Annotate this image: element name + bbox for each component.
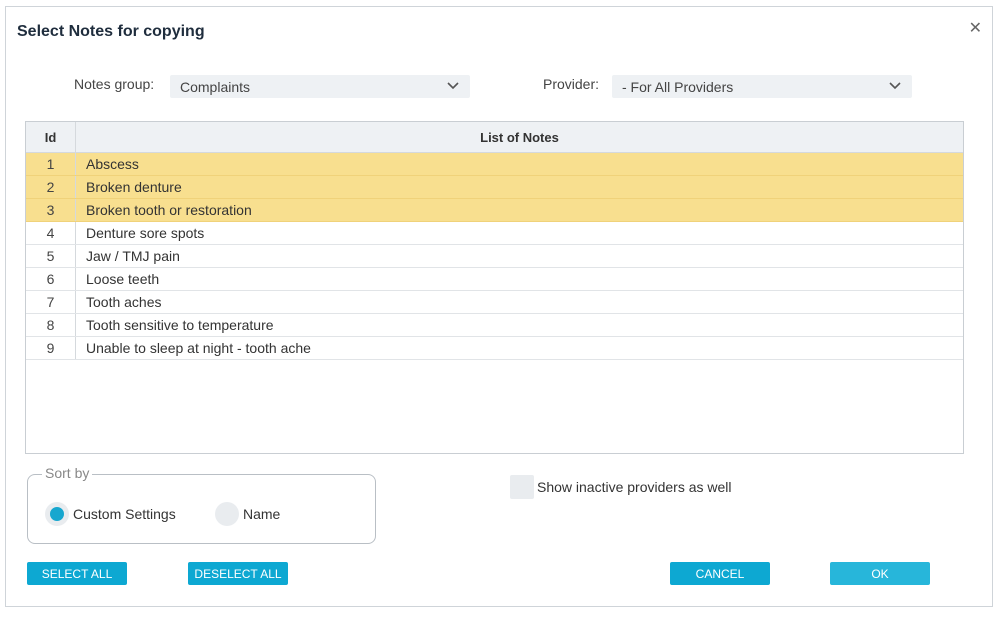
cancel-button[interactable]: CANCEL — [670, 562, 770, 585]
row-note-cell: Loose teeth — [86, 271, 160, 287]
row-id-cell: 9 — [26, 337, 76, 359]
row-id-cell: 1 — [26, 153, 76, 175]
table-row[interactable]: 5 Jaw / TMJ pain — [26, 245, 963, 268]
sort-name-radio[interactable] — [215, 502, 239, 526]
provider-label: Provider: — [543, 76, 600, 92]
row-id-cell: 5 — [26, 245, 76, 267]
row-note-cell: Tooth aches — [86, 294, 162, 310]
sort-by-group: Sort by Custom Settings Name — [27, 465, 376, 544]
row-note-cell: Jaw / TMJ pain — [86, 248, 180, 264]
dialog-title: Select Notes for copying — [17, 23, 205, 40]
table-row[interactable]: 8 Tooth sensitive to temperature — [26, 314, 963, 337]
row-id-cell: 7 — [26, 291, 76, 313]
ok-button[interactable]: OK — [830, 562, 930, 585]
table-row[interactable]: 6 Loose teeth — [26, 268, 963, 291]
grid-header: Id List of Notes — [26, 122, 963, 153]
select-all-button[interactable]: SELECT ALL — [27, 562, 127, 585]
row-id-cell: 4 — [26, 222, 76, 244]
close-icon[interactable]: ✕ — [969, 21, 982, 37]
notes-group-select[interactable]: Complaints — [170, 75, 470, 98]
show-inactive-checkbox[interactable] — [510, 475, 534, 499]
column-header-id[interactable]: Id — [26, 122, 76, 152]
notes-grid: Id List of Notes 1 Abscess 2 Broken denture… — [25, 121, 964, 454]
chevron-down-icon — [889, 82, 901, 90]
row-id-cell: 8 — [26, 314, 76, 336]
sort-custom-label[interactable]: Custom Settings — [73, 506, 176, 522]
row-note-cell: Broken denture — [86, 179, 182, 195]
sort-by-legend: Sort by — [42, 465, 93, 481]
select-notes-dialog: Select Notes for copying ✕ Notes group: … — [5, 6, 993, 607]
table-row[interactable]: 3 Broken tooth or restoration — [26, 199, 963, 222]
row-id-cell: 3 — [26, 199, 76, 221]
table-row[interactable]: 2 Broken denture — [26, 176, 963, 199]
row-note-cell: Broken tooth or restoration — [86, 202, 252, 218]
notes-group-value: Complaints — [180, 79, 251, 95]
provider-value: - For All Providers — [622, 79, 734, 95]
row-note-cell: Unable to sleep at night - tooth ache — [86, 340, 311, 356]
show-inactive-label[interactable]: Show inactive providers as well — [537, 479, 732, 495]
table-row[interactable]: 7 Tooth aches — [26, 291, 963, 314]
column-header-notes[interactable]: List of Notes — [76, 122, 963, 152]
table-row[interactable]: 9 Unable to sleep at night - tooth ache — [26, 337, 963, 360]
sort-name-label[interactable]: Name — [243, 506, 280, 522]
row-id-cell: 2 — [26, 176, 76, 198]
row-id-cell: 6 — [26, 268, 76, 290]
grid-body: 1 Abscess 2 Broken denture 3 Broken tooth or … — [26, 153, 963, 360]
row-note-cell: Denture sore spots — [86, 225, 205, 241]
table-row[interactable]: 1 Abscess — [26, 153, 963, 176]
table-row[interactable]: 4 Denture sore spots — [26, 222, 963, 245]
sort-custom-radio[interactable] — [45, 502, 69, 526]
provider-select[interactable]: - For All Providers — [612, 75, 912, 98]
chevron-down-icon — [447, 82, 459, 90]
deselect-all-button[interactable]: DESELECT ALL — [188, 562, 288, 585]
row-note-cell: Tooth sensitive to temperature — [86, 317, 274, 333]
row-note-cell: Abscess — [86, 156, 139, 172]
notes-group-label: Notes group: — [74, 76, 155, 92]
